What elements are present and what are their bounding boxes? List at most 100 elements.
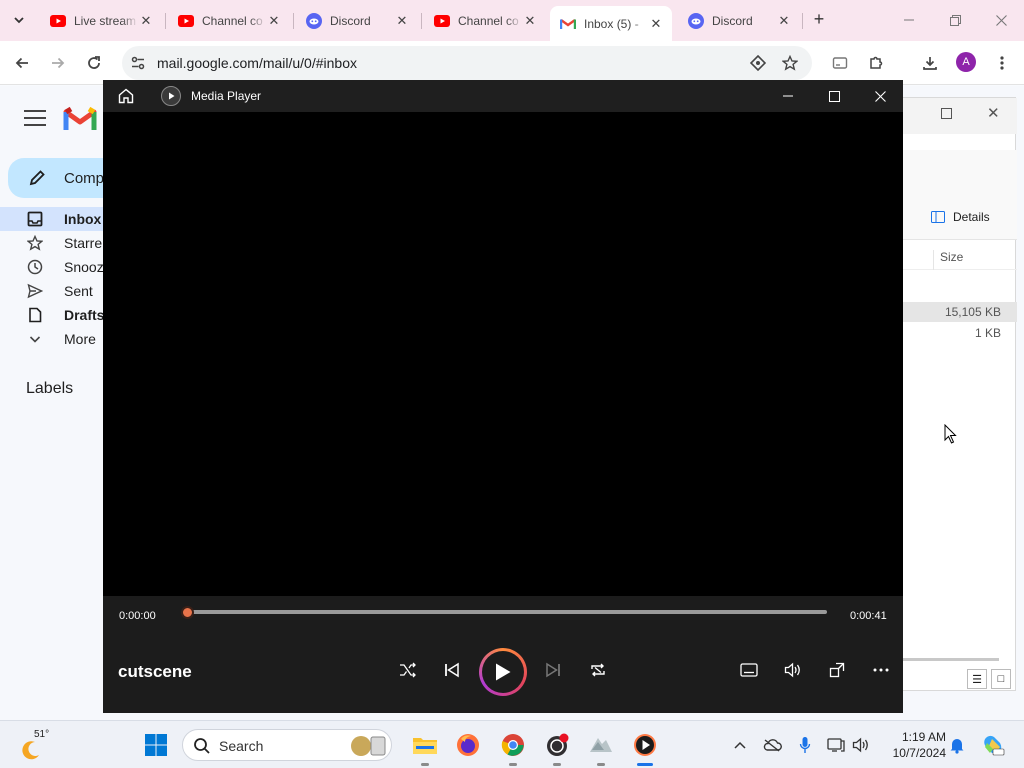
minimize-window-button[interactable] bbox=[886, 0, 932, 40]
chevron-down-icon bbox=[14, 17, 24, 24]
file-explorer-taskbar-button[interactable] bbox=[409, 729, 441, 761]
browser-tab[interactable]: Discord ✕ bbox=[678, 6, 800, 35]
speaker-icon[interactable] bbox=[851, 735, 871, 755]
main-menu-icon[interactable] bbox=[24, 110, 46, 131]
elapsed-time: 0:00:00 bbox=[119, 610, 156, 622]
new-tab-button[interactable]: + bbox=[808, 9, 830, 31]
extensions-button[interactable] bbox=[862, 49, 890, 77]
profile-avatar[interactable]: A bbox=[956, 52, 976, 72]
home-icon[interactable] bbox=[117, 87, 135, 108]
system-clock[interactable]: 1:19 AM 10/7/2024 bbox=[880, 729, 946, 761]
app-taskbar-button[interactable] bbox=[585, 729, 617, 761]
seek-bar[interactable] bbox=[187, 610, 827, 614]
forward-button[interactable] bbox=[44, 49, 72, 77]
back-button[interactable] bbox=[8, 49, 36, 77]
close-window-button[interactable] bbox=[978, 0, 1024, 40]
running-indicator bbox=[553, 763, 561, 766]
more-options-button[interactable] bbox=[865, 654, 897, 686]
close-icon[interactable]: ✕ bbox=[987, 104, 1000, 122]
display-icon[interactable] bbox=[826, 735, 846, 755]
browser-tab-active[interactable]: Inbox (5) - ✕ bbox=[550, 6, 672, 41]
close-tab-icon[interactable]: ✕ bbox=[522, 13, 538, 29]
nav-label: Inbox bbox=[64, 211, 102, 227]
show-hidden-icons-icon[interactable] bbox=[730, 735, 750, 755]
tab-title: Channel co bbox=[458, 13, 519, 28]
close-tab-icon[interactable]: ✕ bbox=[648, 16, 664, 32]
weather-widget[interactable]: 51° bbox=[18, 727, 58, 763]
running-indicator bbox=[421, 763, 429, 766]
obs-taskbar-button[interactable] bbox=[541, 729, 573, 761]
horizontal-scrollbar[interactable] bbox=[903, 658, 999, 661]
close-tab-icon[interactable]: ✕ bbox=[266, 13, 282, 29]
discord-icon bbox=[306, 12, 322, 29]
start-button[interactable] bbox=[140, 729, 172, 761]
play-icon bbox=[496, 663, 511, 681]
reload-button[interactable] bbox=[80, 49, 108, 77]
volume-icon bbox=[784, 662, 800, 678]
downloads-button[interactable] bbox=[916, 49, 944, 77]
close-button[interactable] bbox=[857, 80, 903, 112]
cast-button[interactable] bbox=[826, 49, 854, 77]
details-view-icon[interactable]: ☰ bbox=[967, 669, 987, 689]
url-text: mail.google.com/mail/u/0/#inbox bbox=[157, 55, 357, 71]
file-row[interactable]: 1 KB bbox=[903, 323, 1017, 343]
shuffle-button[interactable] bbox=[392, 654, 424, 686]
tab-title: Discord bbox=[712, 13, 753, 28]
mini-player-button[interactable] bbox=[821, 654, 853, 686]
tab-title: Live stream bbox=[74, 13, 137, 28]
next-button[interactable] bbox=[537, 654, 569, 686]
browser-tab[interactable]: Live stream ✕ bbox=[40, 6, 162, 35]
size-column-header[interactable]: Size bbox=[933, 250, 963, 270]
pencil-icon bbox=[28, 169, 46, 190]
address-bar[interactable]: mail.google.com/mail/u/0/#inbox bbox=[122, 46, 812, 80]
file-row[interactable]: 15,105 KB bbox=[903, 302, 1017, 322]
maximize-button[interactable] bbox=[811, 80, 857, 112]
tab-search-button[interactable] bbox=[6, 7, 32, 33]
browser-tab[interactable]: Channel co ✕ bbox=[168, 6, 290, 35]
chrome-menu-button[interactable] bbox=[988, 49, 1016, 77]
repeat-button[interactable] bbox=[582, 654, 614, 686]
chrome-taskbar-button[interactable] bbox=[497, 729, 529, 761]
details-pane-icon bbox=[931, 211, 945, 223]
arrow-right-icon bbox=[52, 57, 65, 69]
close-tab-icon[interactable]: ✕ bbox=[776, 13, 792, 29]
media-player-taskbar-button[interactable] bbox=[629, 729, 661, 761]
onedrive-icon[interactable] bbox=[762, 735, 782, 755]
mini-player-icon bbox=[829, 662, 845, 678]
skip-previous-icon bbox=[445, 662, 459, 678]
restore-window-button[interactable] bbox=[932, 0, 978, 40]
youtube-icon bbox=[178, 13, 194, 29]
microphone-icon[interactable] bbox=[795, 735, 815, 755]
close-tab-icon[interactable]: ✕ bbox=[394, 13, 410, 29]
close-tab-icon[interactable]: ✕ bbox=[138, 13, 154, 29]
seek-thumb[interactable] bbox=[181, 606, 194, 619]
video-surface[interactable] bbox=[103, 112, 903, 596]
play-button[interactable] bbox=[479, 648, 527, 696]
browser-tab[interactable]: Channel co ✕ bbox=[424, 6, 546, 35]
restore-icon bbox=[949, 14, 961, 26]
search-icon bbox=[193, 737, 211, 758]
copilot-icon[interactable] bbox=[981, 733, 1005, 757]
firefox-taskbar-button[interactable] bbox=[452, 729, 484, 761]
send-icon bbox=[26, 282, 44, 300]
site-info-icon[interactable] bbox=[130, 55, 146, 74]
taskbar-search-box[interactable]: Search bbox=[182, 729, 392, 761]
minimize-button[interactable] bbox=[765, 80, 811, 112]
tab-title: Discord bbox=[330, 13, 371, 28]
maximize-icon[interactable] bbox=[941, 108, 952, 119]
volume-button[interactable] bbox=[777, 654, 809, 686]
bookmark-star-icon[interactable] bbox=[781, 54, 799, 72]
browser-tab[interactable]: Discord ✕ bbox=[296, 6, 418, 35]
notification-bell-icon[interactable] bbox=[947, 735, 967, 755]
windows-logo-icon bbox=[145, 734, 167, 756]
details-pane-button[interactable]: Details bbox=[931, 210, 990, 224]
app-title: Media Player bbox=[191, 89, 262, 103]
tiles-view-icon[interactable]: □ bbox=[991, 669, 1011, 689]
file-explorer-window: ✕ Details Size 15,105 KB 1 KB ☰ □ bbox=[902, 97, 1017, 691]
gmail-logo[interactable] bbox=[63, 106, 97, 135]
nav-label: More bbox=[64, 331, 96, 347]
translate-icon[interactable] bbox=[749, 54, 767, 72]
previous-button[interactable] bbox=[436, 654, 468, 686]
obs-icon bbox=[547, 733, 569, 756]
captions-button[interactable] bbox=[733, 654, 765, 686]
